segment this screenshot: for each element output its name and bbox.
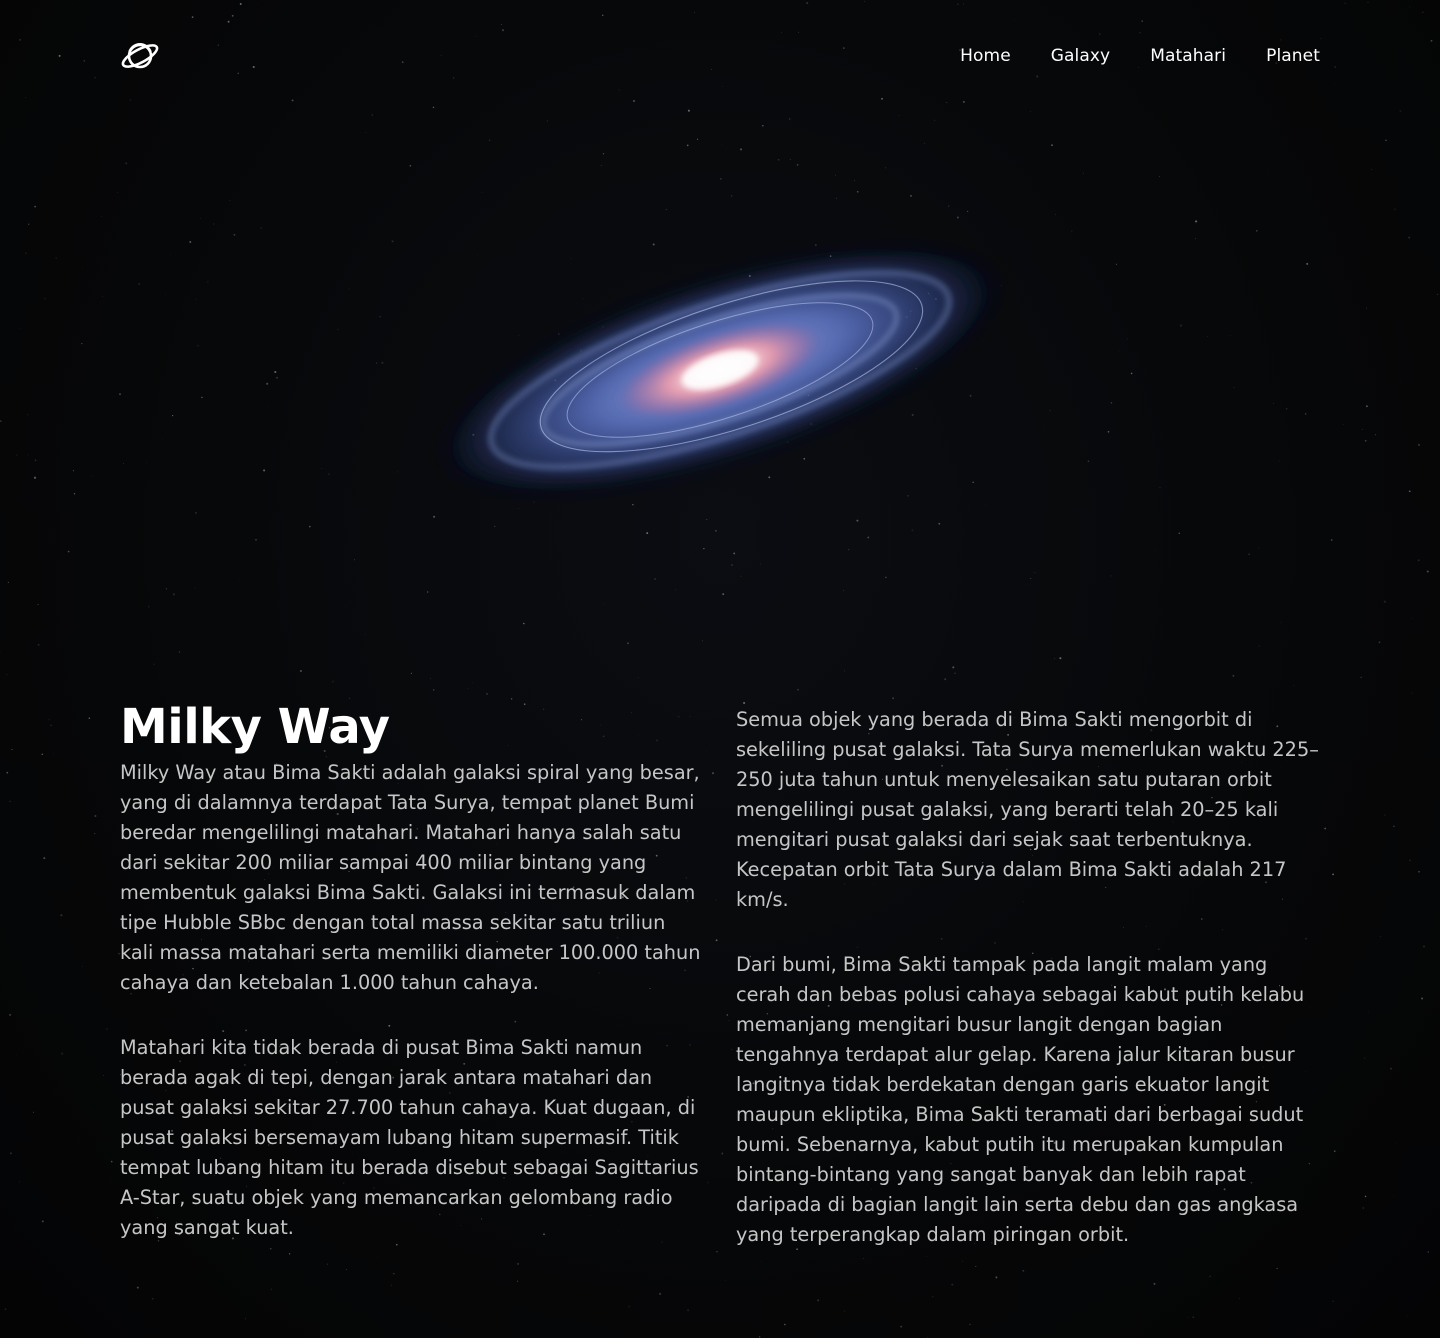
article-left-column: Milky Way Milky Way atau Bima Sakti adal… (120, 700, 704, 1285)
page: Home Galaxy Matahari Planet Milky Way Mi… (0, 0, 1440, 1338)
article-right-column: Semua objek yang berada di Bima Sakti me… (736, 700, 1320, 1285)
article-paragraph: Milky Way atau Bima Sakti adalah galaksi… (120, 761, 701, 994)
nav-home-link[interactable]: Home (960, 46, 1011, 66)
nav-galaxy-link[interactable]: Galaxy (1051, 46, 1110, 66)
nav-planet-link[interactable]: Planet (1266, 46, 1320, 66)
article-paragraph: Semua objek yang berada di Bima Sakti me… (736, 708, 1319, 911)
page-title: Milky Way (120, 699, 390, 755)
article-paragraph: Matahari kita tidak berada di pusat Bima… (120, 1036, 699, 1239)
nav-matahari-link[interactable]: Matahari (1150, 46, 1226, 66)
planet-icon[interactable] (120, 38, 160, 74)
article-paragraph: Dari bumi, Bima Sakti tampak pada langit… (736, 953, 1305, 1246)
article-content: Milky Way Milky Way atau Bima Sakti adal… (120, 700, 1320, 1285)
galaxy-hero-image (413, 229, 1027, 511)
main-menu: Home Galaxy Matahari Planet (960, 46, 1320, 66)
top-navigation: Home Galaxy Matahari Planet (120, 36, 1320, 76)
